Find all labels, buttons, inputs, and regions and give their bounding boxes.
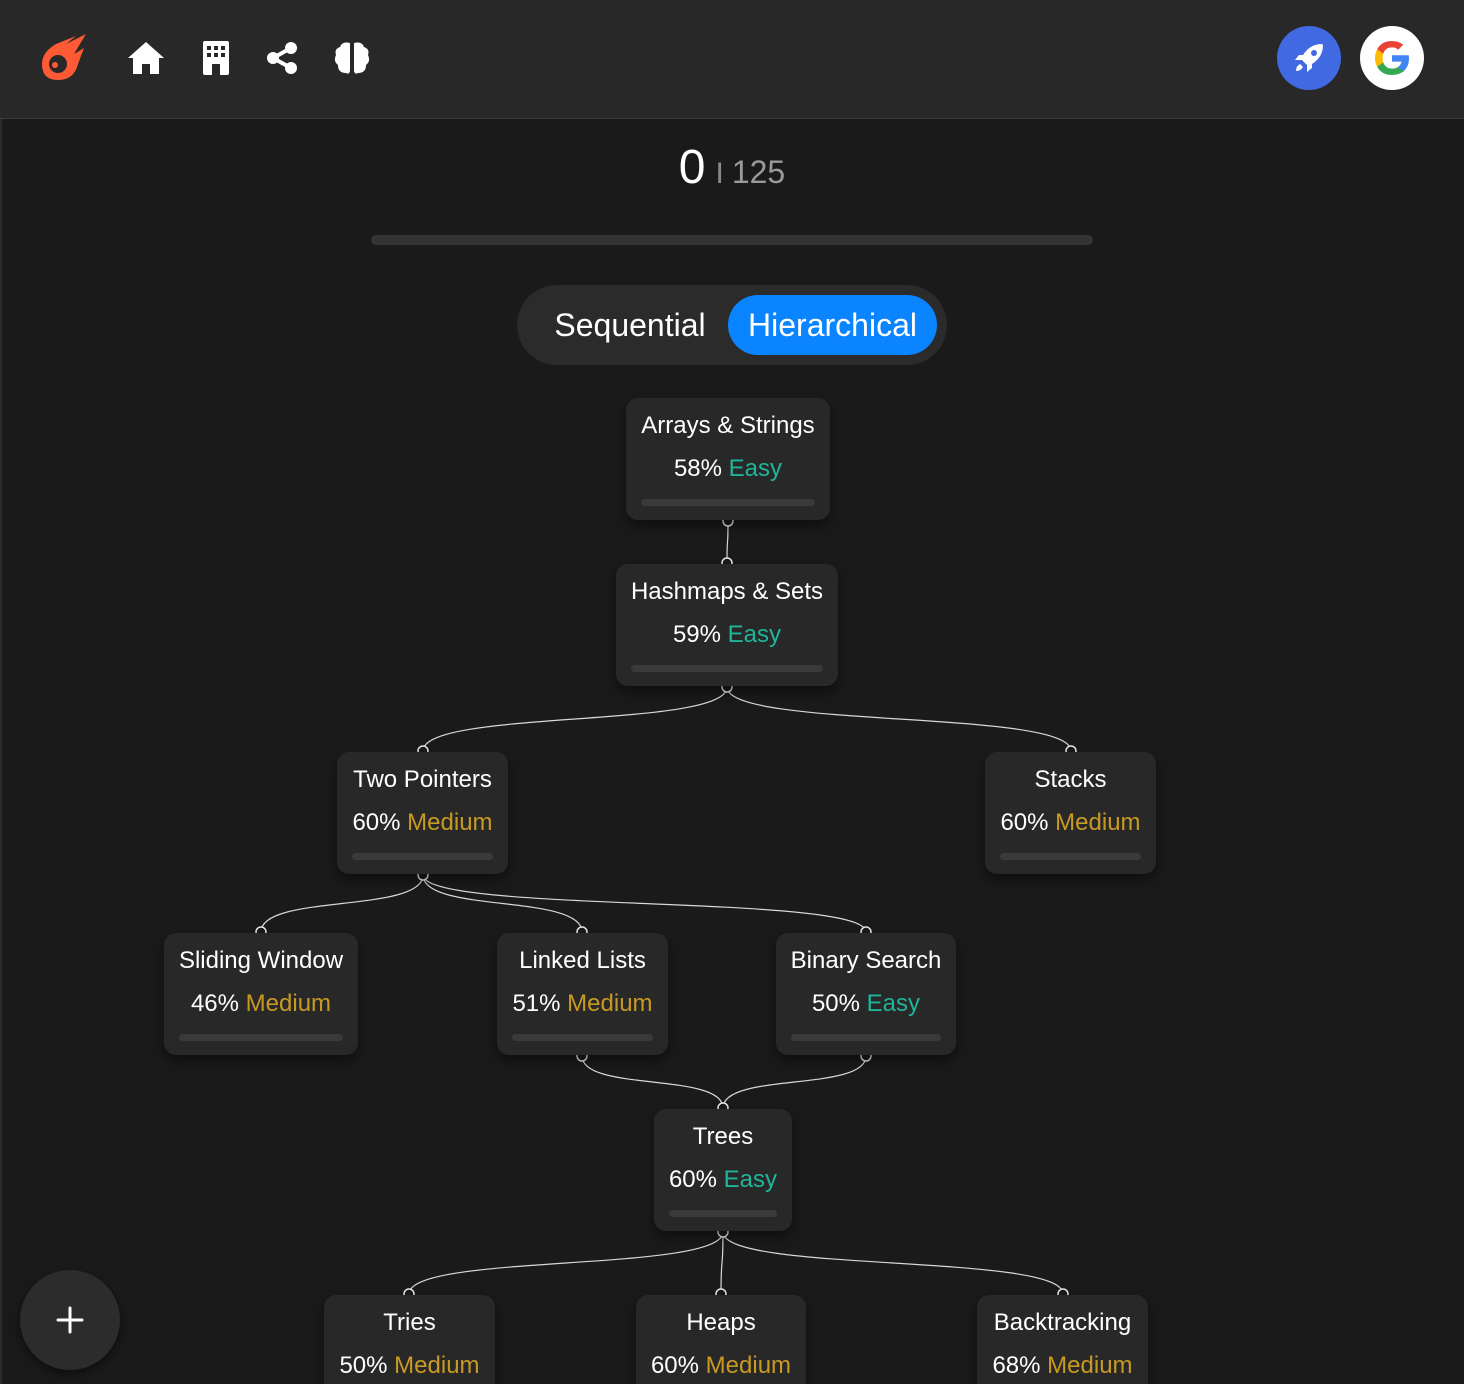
roadmap-edge xyxy=(422,686,728,752)
node-title: Binary Search xyxy=(790,947,942,974)
node-stat: 50% Medium xyxy=(324,1352,495,1380)
plus-icon xyxy=(56,1306,84,1334)
node-stat: 60% Medium xyxy=(337,809,508,837)
solved-count: 0 xyxy=(678,141,706,194)
rocket-icon xyxy=(1295,44,1323,72)
roadmap-node-backtracking[interactable]: Backtracking 68% Medium xyxy=(977,1295,1148,1384)
node-progress-bar xyxy=(512,1034,653,1041)
node-stat: 51% Medium xyxy=(497,990,668,1018)
node-title: Sliding Window xyxy=(178,947,344,974)
roadmap-node-stacks[interactable]: Stacks 60% Medium xyxy=(985,752,1156,874)
node-difficulty: Easy xyxy=(727,621,782,648)
left-border xyxy=(0,119,2,1384)
node-stat: 60% Medium xyxy=(636,1352,806,1380)
node-stat: 46% Medium xyxy=(164,990,358,1018)
sequential-option[interactable]: Sequential xyxy=(531,295,729,355)
node-percent: 68% xyxy=(992,1352,1041,1379)
node-title: Arrays & Strings xyxy=(641,412,815,439)
roadmap-edge xyxy=(422,874,867,933)
node-progress-bar xyxy=(352,853,493,860)
node-difficulty: Easy xyxy=(728,455,783,482)
node-percent: 51% xyxy=(512,990,561,1017)
roadmap-node-binary-search[interactable]: Binary Search 50% Easy xyxy=(776,933,956,1055)
node-title: Two Pointers xyxy=(353,766,492,793)
node-difficulty: Medium xyxy=(1047,1352,1133,1379)
node-progress-bar xyxy=(179,1034,343,1041)
node-stat: 59% Easy xyxy=(616,621,838,649)
node-percent: 46% xyxy=(190,990,239,1017)
node-percent: 60% xyxy=(668,1166,717,1193)
roadmap-edge xyxy=(726,686,1072,752)
roadmap-edge xyxy=(726,520,729,564)
roadmap-edge xyxy=(722,1231,1064,1295)
roadmap-edge xyxy=(260,874,424,933)
node-progress-bar xyxy=(1000,853,1141,860)
node-stat: 60% Medium xyxy=(985,809,1156,837)
node-title: Backtracking xyxy=(993,1309,1132,1336)
node-percent: 58% xyxy=(673,455,722,482)
node-title: Hashmaps & Sets xyxy=(630,578,824,605)
node-percent: 50% xyxy=(339,1352,388,1379)
node-stat: 68% Medium xyxy=(977,1352,1148,1380)
google-sign-in-button[interactable] xyxy=(1360,26,1424,90)
node-progress-bar xyxy=(631,665,823,672)
roadmap-node-two-pointers[interactable]: Two Pointers 60% Medium xyxy=(337,752,508,874)
node-difficulty: Easy xyxy=(723,1166,778,1193)
roadmap-node-tries[interactable]: Tries 50% Medium xyxy=(324,1295,495,1384)
node-difficulty: Medium xyxy=(705,1352,792,1379)
share-icon[interactable] xyxy=(262,38,302,78)
roadmap-node-trees[interactable]: Trees 60% Easy xyxy=(654,1109,792,1231)
total-count: 125 xyxy=(731,154,786,190)
top-navbar xyxy=(0,0,1464,119)
roadmap-edge xyxy=(408,1231,724,1295)
node-difficulty: Medium xyxy=(567,990,653,1017)
node-difficulty: Medium xyxy=(1055,809,1141,836)
roadmap-node-hashmaps-sets[interactable]: Hashmaps & Sets 59% Easy xyxy=(616,564,838,686)
progress-bar xyxy=(371,235,1093,245)
roadmap-edge xyxy=(720,1231,724,1295)
node-title: Stacks xyxy=(1034,766,1107,793)
roadmap-node-heaps[interactable]: Heaps 60% Medium xyxy=(636,1295,806,1384)
counter-separator: I xyxy=(715,157,724,190)
node-title: Linked Lists xyxy=(519,947,646,974)
add-button[interactable] xyxy=(20,1270,120,1370)
google-icon xyxy=(1375,41,1409,75)
node-stat: 58% Easy xyxy=(626,455,830,483)
home-icon[interactable] xyxy=(126,38,166,78)
node-stat: 50% Easy xyxy=(776,990,956,1018)
node-percent: 50% xyxy=(811,990,860,1017)
roadmap-node-linked-lists[interactable]: Linked Lists 51% Medium xyxy=(497,933,668,1055)
node-progress-bar xyxy=(641,499,815,506)
node-percent: 60% xyxy=(352,809,401,836)
hierarchical-option[interactable]: Hierarchical xyxy=(728,295,937,355)
node-difficulty: Medium xyxy=(245,990,332,1017)
brain-icon[interactable] xyxy=(332,38,372,78)
node-title: Tries xyxy=(383,1309,436,1336)
node-percent: 60% xyxy=(650,1352,699,1379)
roadmap-node-sliding-window[interactable]: Sliding Window 46% Medium xyxy=(164,933,358,1055)
progress-counter: 0 I 125 xyxy=(0,140,1464,195)
node-title: Heaps xyxy=(686,1309,756,1336)
node-progress-bar xyxy=(791,1034,941,1041)
roadmap-edge xyxy=(722,1055,867,1109)
node-difficulty: Medium xyxy=(394,1352,480,1379)
node-percent: 59% xyxy=(672,621,721,648)
building-icon[interactable] xyxy=(196,38,236,78)
view-toggle: Sequential Hierarchical xyxy=(517,285,947,365)
roadmap-edge xyxy=(581,1055,724,1109)
meteor-logo-icon[interactable] xyxy=(36,30,92,86)
node-difficulty: Medium xyxy=(407,809,493,836)
roadmap-node-arrays-strings[interactable]: Arrays & Strings 58% Easy xyxy=(626,398,830,520)
roadmap-edge xyxy=(422,874,583,933)
node-percent: 60% xyxy=(1000,809,1049,836)
node-stat: 60% Easy xyxy=(654,1166,792,1194)
rocket-button[interactable] xyxy=(1277,26,1341,90)
node-difficulty: Easy xyxy=(866,990,921,1017)
node-title: Trees xyxy=(692,1123,754,1150)
node-progress-bar xyxy=(669,1210,777,1217)
